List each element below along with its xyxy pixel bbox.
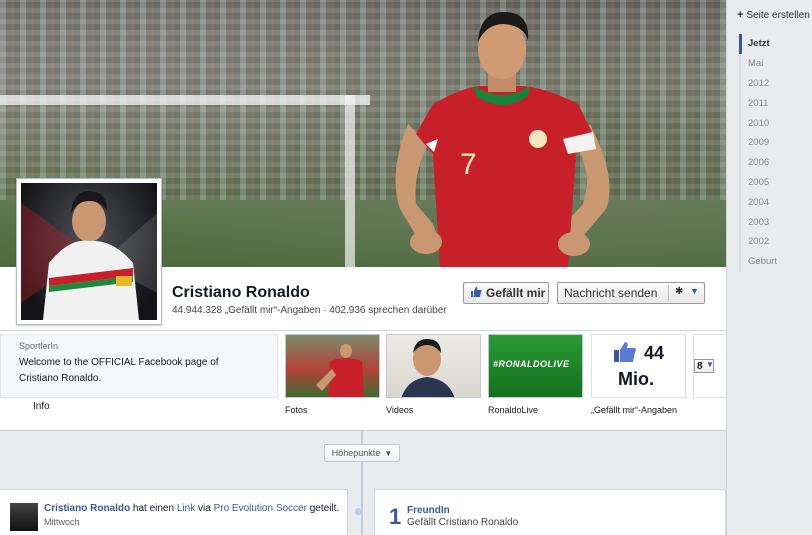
chevron-down-icon[interactable]: ▼	[690, 286, 699, 296]
year-nav-item[interactable]: 2010	[739, 113, 809, 133]
about-category: SportlerIn	[19, 341, 59, 351]
about-description: Welcome to the OFFICIAL Facebook page of…	[19, 357, 219, 384]
likes-count: 44	[644, 343, 665, 363]
goalpost-post	[345, 95, 355, 267]
profile-photo	[21, 191, 157, 320]
friends-count: 1	[389, 504, 402, 529]
tab-ronaldolive-thumbnail[interactable]: #RONALDOLIVE	[488, 334, 583, 398]
timeline-rail: + Seite erstellen Jetzt Mai 2012 2011 201…	[726, 0, 812, 535]
tab-photos-thumbnail[interactable]	[285, 334, 380, 398]
page-tabs: SportlerIn Welcome to the OFFICIAL Faceb…	[0, 331, 726, 431]
page-stats: 44.944.328 „Gefällt mir“-Angaben · 402.9…	[172, 305, 447, 316]
year-nav-item[interactable]: 2009	[739, 132, 809, 153]
post-text-before: hat einen	[132, 503, 175, 514]
page-title[interactable]: Cristiano Ronaldo	[172, 284, 310, 302]
like-button-label: Gefällt mir	[486, 286, 546, 300]
likes-unit: Mio.	[618, 369, 654, 389]
post-link[interactable]: Link	[177, 503, 195, 514]
more-tabs: 8 ▼	[693, 334, 726, 398]
button-divider	[668, 285, 669, 301]
post-app-link[interactable]: Pro Evolution Soccer	[214, 503, 307, 514]
year-nav: Jetzt Mai 2012 2011 2010 2009 2006 2005 …	[739, 34, 809, 272]
year-nav-item[interactable]: 2002	[739, 231, 809, 252]
avatar[interactable]	[10, 503, 38, 531]
ronaldolive-logo: #RONALDOLIVE	[493, 359, 570, 369]
post-timestamp[interactable]: Mittwoch	[44, 517, 80, 527]
like-button[interactable]: Gefällt mir	[463, 282, 549, 304]
post-author[interactable]: Cristiano Ronaldo	[44, 503, 130, 514]
tab-info[interactable]: Info	[33, 401, 50, 412]
year-nav-item[interactable]: 2005	[739, 172, 809, 193]
year-nav-item[interactable]: 2012	[739, 73, 809, 94]
timeline-post: Cristiano Ronaldo hat einen Link via Pro…	[0, 489, 348, 535]
year-nav-item[interactable]: 2006	[739, 152, 809, 173]
year-nav-item[interactable]: Geburt	[739, 251, 809, 272]
create-page-label: Seite erstellen	[746, 10, 810, 21]
create-page-link[interactable]: + Seite erstellen	[737, 9, 810, 21]
timeline-dot	[355, 508, 362, 515]
chevron-down-icon: ▼	[384, 448, 393, 458]
thumbs-up-icon	[613, 341, 637, 366]
tab-ronaldolive[interactable]: RonaldoLive	[488, 405, 538, 415]
year-nav-item[interactable]: 2011	[739, 93, 809, 114]
friends-subtitle: Gefällt Cristiano Ronaldo	[407, 517, 519, 528]
highlights-dropdown[interactable]: Höhepunkte ▼	[324, 444, 400, 462]
friends-label[interactable]: FreundIn	[407, 505, 450, 516]
post-text-via: via	[197, 503, 211, 514]
year-nav-item[interactable]: 2004	[739, 192, 809, 213]
year-nav-item[interactable]: Mai	[739, 53, 809, 74]
tab-videos[interactable]: Videos	[386, 405, 413, 415]
friends-box: 1 FreundIn Gefällt Cristiano Ronaldo	[374, 489, 726, 535]
message-button[interactable]: Nachricht senden ✱ ▼	[557, 282, 705, 304]
highlights-label: Höhepunkte	[331, 448, 381, 458]
tab-photos[interactable]: Fotos	[285, 405, 308, 415]
plus-icon: +	[737, 9, 744, 21]
profile-picture[interactable]	[16, 178, 162, 325]
tab-videos-thumbnail[interactable]	[386, 334, 481, 398]
chevron-down-icon: ▼	[706, 360, 714, 369]
player-figure: 7	[395, 12, 610, 267]
more-tabs-count: 8	[697, 360, 703, 372]
goalpost-bar	[0, 95, 370, 105]
year-nav-item[interactable]: Jetzt	[739, 34, 809, 54]
tab-likes[interactable]: „Gefällt mir“-Angaben	[591, 405, 677, 415]
year-nav-item[interactable]: 2003	[739, 212, 809, 232]
more-tabs-button[interactable]: 8 ▼	[694, 359, 714, 373]
post-text-after: geteilt.	[309, 503, 340, 514]
message-button-label: Nachricht senden	[564, 286, 658, 300]
post-headline: Cristiano Ronaldo hat einen Link via Pro…	[44, 503, 339, 514]
photos-thumbnail-image	[316, 344, 364, 397]
videos-thumbnail-image	[401, 339, 455, 397]
tab-likes-thumbnail[interactable]: 44 Mio.	[591, 334, 686, 398]
thumbs-up-icon	[470, 286, 482, 301]
gear-icon[interactable]: ✱	[675, 286, 683, 297]
about-box[interactable]: SportlerIn Welcome to the OFFICIAL Faceb…	[0, 334, 278, 398]
jersey-number: 7	[460, 148, 477, 181]
main-column: 7 Cristiano Ronaldo 44.944.328 „Gefällt …	[0, 0, 726, 535]
